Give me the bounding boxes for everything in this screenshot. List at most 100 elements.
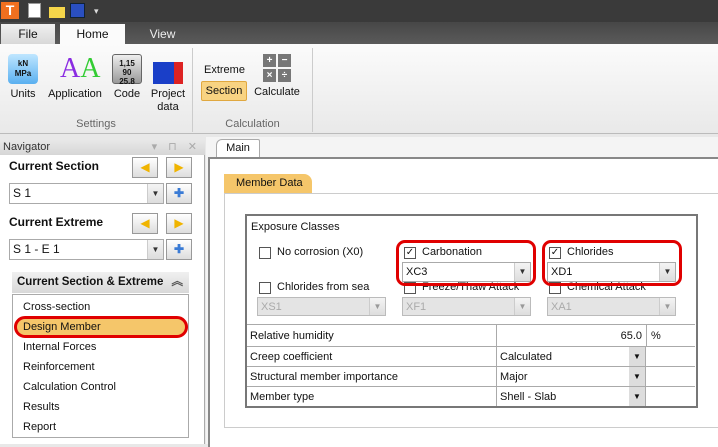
creep-value: Calculated: [500, 351, 552, 363]
member-data-panel: Exposure Classes No corrosion (X0) ✓ Car…: [224, 193, 718, 428]
collapse-icon[interactable]: ︽: [172, 272, 184, 293]
nav-item-report[interactable]: Report: [23, 417, 56, 437]
creep-coefficient-label: Creep coefficient: [250, 351, 333, 363]
open-folder-icon[interactable]: [49, 7, 65, 18]
member-importance-label: Structural member importance: [250, 371, 398, 383]
tab-file[interactable]: File: [1, 24, 55, 44]
chevron-down-icon: ▼: [659, 298, 675, 315]
application-label: Application: [48, 88, 102, 100]
group-title: Current Section & Extreme: [17, 276, 164, 288]
section-extreme-group-header[interactable]: Current Section & Extreme ︽: [12, 272, 189, 293]
unit-label: %: [646, 325, 661, 346]
project-data-label: Project data: [150, 88, 186, 113]
relative-humidity-input[interactable]: 65.0: [496, 325, 646, 346]
nav-item-design-member[interactable]: Design Member: [23, 317, 101, 337]
quick-access-toolbar: T ▾: [0, 0, 718, 22]
current-extreme-label: Current Extreme: [9, 215, 104, 229]
tab-view[interactable]: View: [130, 24, 195, 44]
nav-item-reinforcement[interactable]: Reinforcement: [23, 357, 95, 377]
current-section-label: Current Section: [9, 159, 100, 173]
chevron-down-icon: ▼: [629, 347, 645, 366]
importance-value: Major: [500, 371, 528, 383]
project-data-button[interactable]: Project data: [148, 54, 188, 114]
calculate-label: Calculate: [254, 86, 300, 98]
relative-humidity-row: Relative humidity 65.0 %: [247, 324, 695, 346]
chlorides-sea-value: XS1: [261, 301, 282, 313]
tab-member-data[interactable]: Member Data: [224, 174, 312, 193]
units-label: Units: [10, 88, 36, 100]
member-type-value: Shell - Slab: [500, 391, 557, 403]
navigator-panel: Navigator ▾ ⊓ ✕ Current Section ◀ ▶ S 1 ▼…: [0, 139, 205, 444]
exposure-box: Exposure Classes No corrosion (X0) ✓ Car…: [245, 214, 698, 408]
freeze-thaw-select[interactable]: XF1 ▼: [402, 297, 531, 316]
next-extreme-button[interactable]: ▶: [166, 213, 192, 234]
app-logo-icon[interactable]: T: [1, 2, 19, 19]
member-importance-select[interactable]: Major ▼: [496, 367, 646, 386]
exposure-title: Exposure Classes: [251, 221, 340, 233]
nav-item-cross-section[interactable]: Cross-section: [23, 297, 90, 317]
calculate-button[interactable]: + − × ÷ Calculate: [254, 54, 300, 99]
navigator-title: Navigator: [3, 141, 51, 153]
next-section-button[interactable]: ▶: [166, 157, 192, 178]
chlorides-sea-label: Chlorides from sea: [277, 281, 370, 293]
chevron-down-icon: ▼: [514, 298, 530, 315]
chlorides-sea-checkbox[interactable]: [259, 282, 271, 294]
prev-section-button[interactable]: ◀: [132, 157, 158, 178]
extreme-select[interactable]: S 1 - E 1 ▼: [9, 239, 164, 260]
chemical-attack-value: XA1: [551, 301, 572, 313]
customize-icon[interactable]: ▾: [94, 6, 99, 17]
chlorides-sea-select[interactable]: XS1 ▼: [257, 297, 386, 316]
chevron-down-icon: ▼: [629, 367, 645, 386]
chevron-down-icon: ▼: [629, 387, 645, 406]
add-extreme-button[interactable]: ✚: [166, 239, 192, 260]
nav-item-calculation-control[interactable]: Calculation Control: [23, 377, 116, 397]
member-type-select[interactable]: Shell - Slab ▼: [496, 387, 646, 406]
member-type-row: Member type Shell - Slab ▼: [247, 386, 695, 406]
no-corrosion-label: No corrosion (X0): [277, 246, 364, 258]
freeze-thaw-value: XF1: [406, 301, 427, 313]
no-corrosion-checkbox[interactable]: [259, 247, 271, 259]
main-content: Member Data Exposure Classes No corrosio…: [208, 157, 718, 447]
application-button[interactable]: AA Application: [46, 54, 104, 101]
nav-item-results[interactable]: Results: [23, 397, 60, 417]
add-section-button[interactable]: ✚: [166, 183, 192, 204]
ribbon: kN MPa Units AA Application 1,15 90 25.8 Co…: [0, 44, 718, 134]
code-button[interactable]: 1,15 90 25.8 Code: [110, 54, 144, 101]
navigator-header: Navigator ▾ ⊓ ✕: [0, 139, 205, 155]
chevron-down-icon: ▼: [369, 298, 385, 315]
save-icon[interactable]: [70, 3, 85, 18]
ribbon-tabs: File Home View: [0, 22, 718, 44]
main-area: Main Member Data Exposure Classes No cor…: [206, 137, 718, 447]
creep-coefficient-row: Creep coefficient Calculated ▼: [247, 346, 695, 366]
prev-extreme-button[interactable]: ◀: [132, 213, 158, 234]
section-value: S 1: [13, 186, 32, 200]
nav-item-internal-forces[interactable]: Internal Forces: [23, 337, 96, 357]
member-type-label: Member type: [250, 391, 315, 403]
relative-humidity-label: Relative humidity: [250, 330, 334, 342]
chlorides-highlight: [542, 240, 682, 286]
navigator-list: Cross-section Design Member Internal For…: [12, 294, 189, 438]
extreme-button[interactable]: Extreme: [204, 64, 245, 76]
section-button[interactable]: Section: [201, 81, 247, 101]
units-icon: kN MPa: [8, 54, 38, 84]
tab-home[interactable]: Home: [60, 24, 125, 44]
application-icon: AA: [60, 53, 101, 84]
chevron-down-icon: ▼: [147, 240, 163, 259]
panel-controls-icon[interactable]: ▾ ⊓ ✕: [152, 139, 201, 155]
creep-coefficient-select[interactable]: Calculated ▼: [496, 347, 646, 366]
calculator-icon: + − × ÷: [263, 54, 291, 82]
settings-group-label: Settings: [76, 118, 116, 130]
project-data-icon: [153, 62, 183, 84]
chevron-down-icon: ▼: [147, 184, 163, 203]
tab-main[interactable]: Main: [216, 139, 260, 158]
new-file-icon[interactable]: [28, 3, 41, 18]
section-select[interactable]: S 1 ▼: [9, 183, 164, 204]
code-icon: 1,15 90 25.8: [112, 54, 142, 86]
chemical-attack-select[interactable]: XA1 ▼: [547, 297, 676, 316]
code-label: Code: [113, 88, 141, 100]
carbonation-highlight: [396, 240, 536, 286]
units-button[interactable]: kN MPa Units: [6, 54, 40, 101]
extreme-value: S 1 - E 1: [13, 242, 60, 256]
group-divider: [312, 48, 313, 132]
calculation-group-label: Calculation: [225, 118, 280, 130]
